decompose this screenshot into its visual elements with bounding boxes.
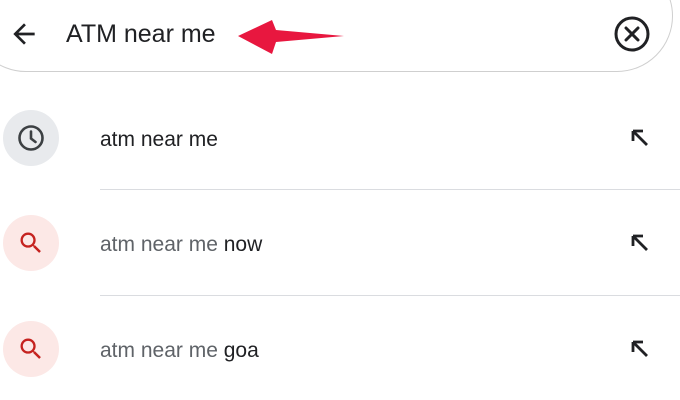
suggestion-item-search[interactable]: atm near me now — [0, 191, 680, 297]
search-input[interactable] — [66, 14, 386, 54]
history-icon-circle — [3, 110, 59, 166]
search-icon-circle — [3, 215, 59, 271]
back-button[interactable] — [4, 14, 44, 54]
search-magnifier-icon — [20, 232, 41, 253]
arrow-left-icon — [13, 23, 35, 45]
search-magnifier-icon — [20, 338, 41, 359]
suggestion-label: atm near me goa — [100, 339, 259, 363]
suggestion-item-search[interactable]: atm near me goa — [0, 297, 680, 400]
fill-query-button[interactable] — [622, 120, 658, 156]
fill-query-button[interactable] — [622, 331, 658, 367]
search-icon-circle — [3, 321, 59, 377]
history-clock-icon — [18, 125, 44, 151]
clear-circle-icon — [614, 16, 650, 52]
suggestion-label: atm near me now — [100, 233, 262, 257]
clear-search-button[interactable] — [610, 14, 654, 54]
suggestion-rest-text: now — [217, 233, 263, 256]
north-west-arrow-icon — [631, 234, 648, 251]
suggestion-label: atm near me — [100, 128, 218, 152]
divider — [100, 295, 680, 296]
suggestion-matched-text: atm near me — [100, 339, 218, 362]
north-west-arrow-icon — [631, 340, 648, 357]
suggestion-item-history[interactable]: atm near me — [0, 86, 680, 192]
fill-query-button[interactable] — [622, 225, 658, 261]
suggestion-rest-text: goa — [217, 339, 259, 362]
north-west-arrow-icon — [631, 129, 648, 146]
suggestion-matched-text: atm near me — [100, 233, 218, 256]
suggestion-matched-text: atm near me — [100, 128, 218, 151]
divider — [100, 189, 680, 190]
search-suggestions-screen: atm near me atm near me now — [0, 0, 680, 400]
